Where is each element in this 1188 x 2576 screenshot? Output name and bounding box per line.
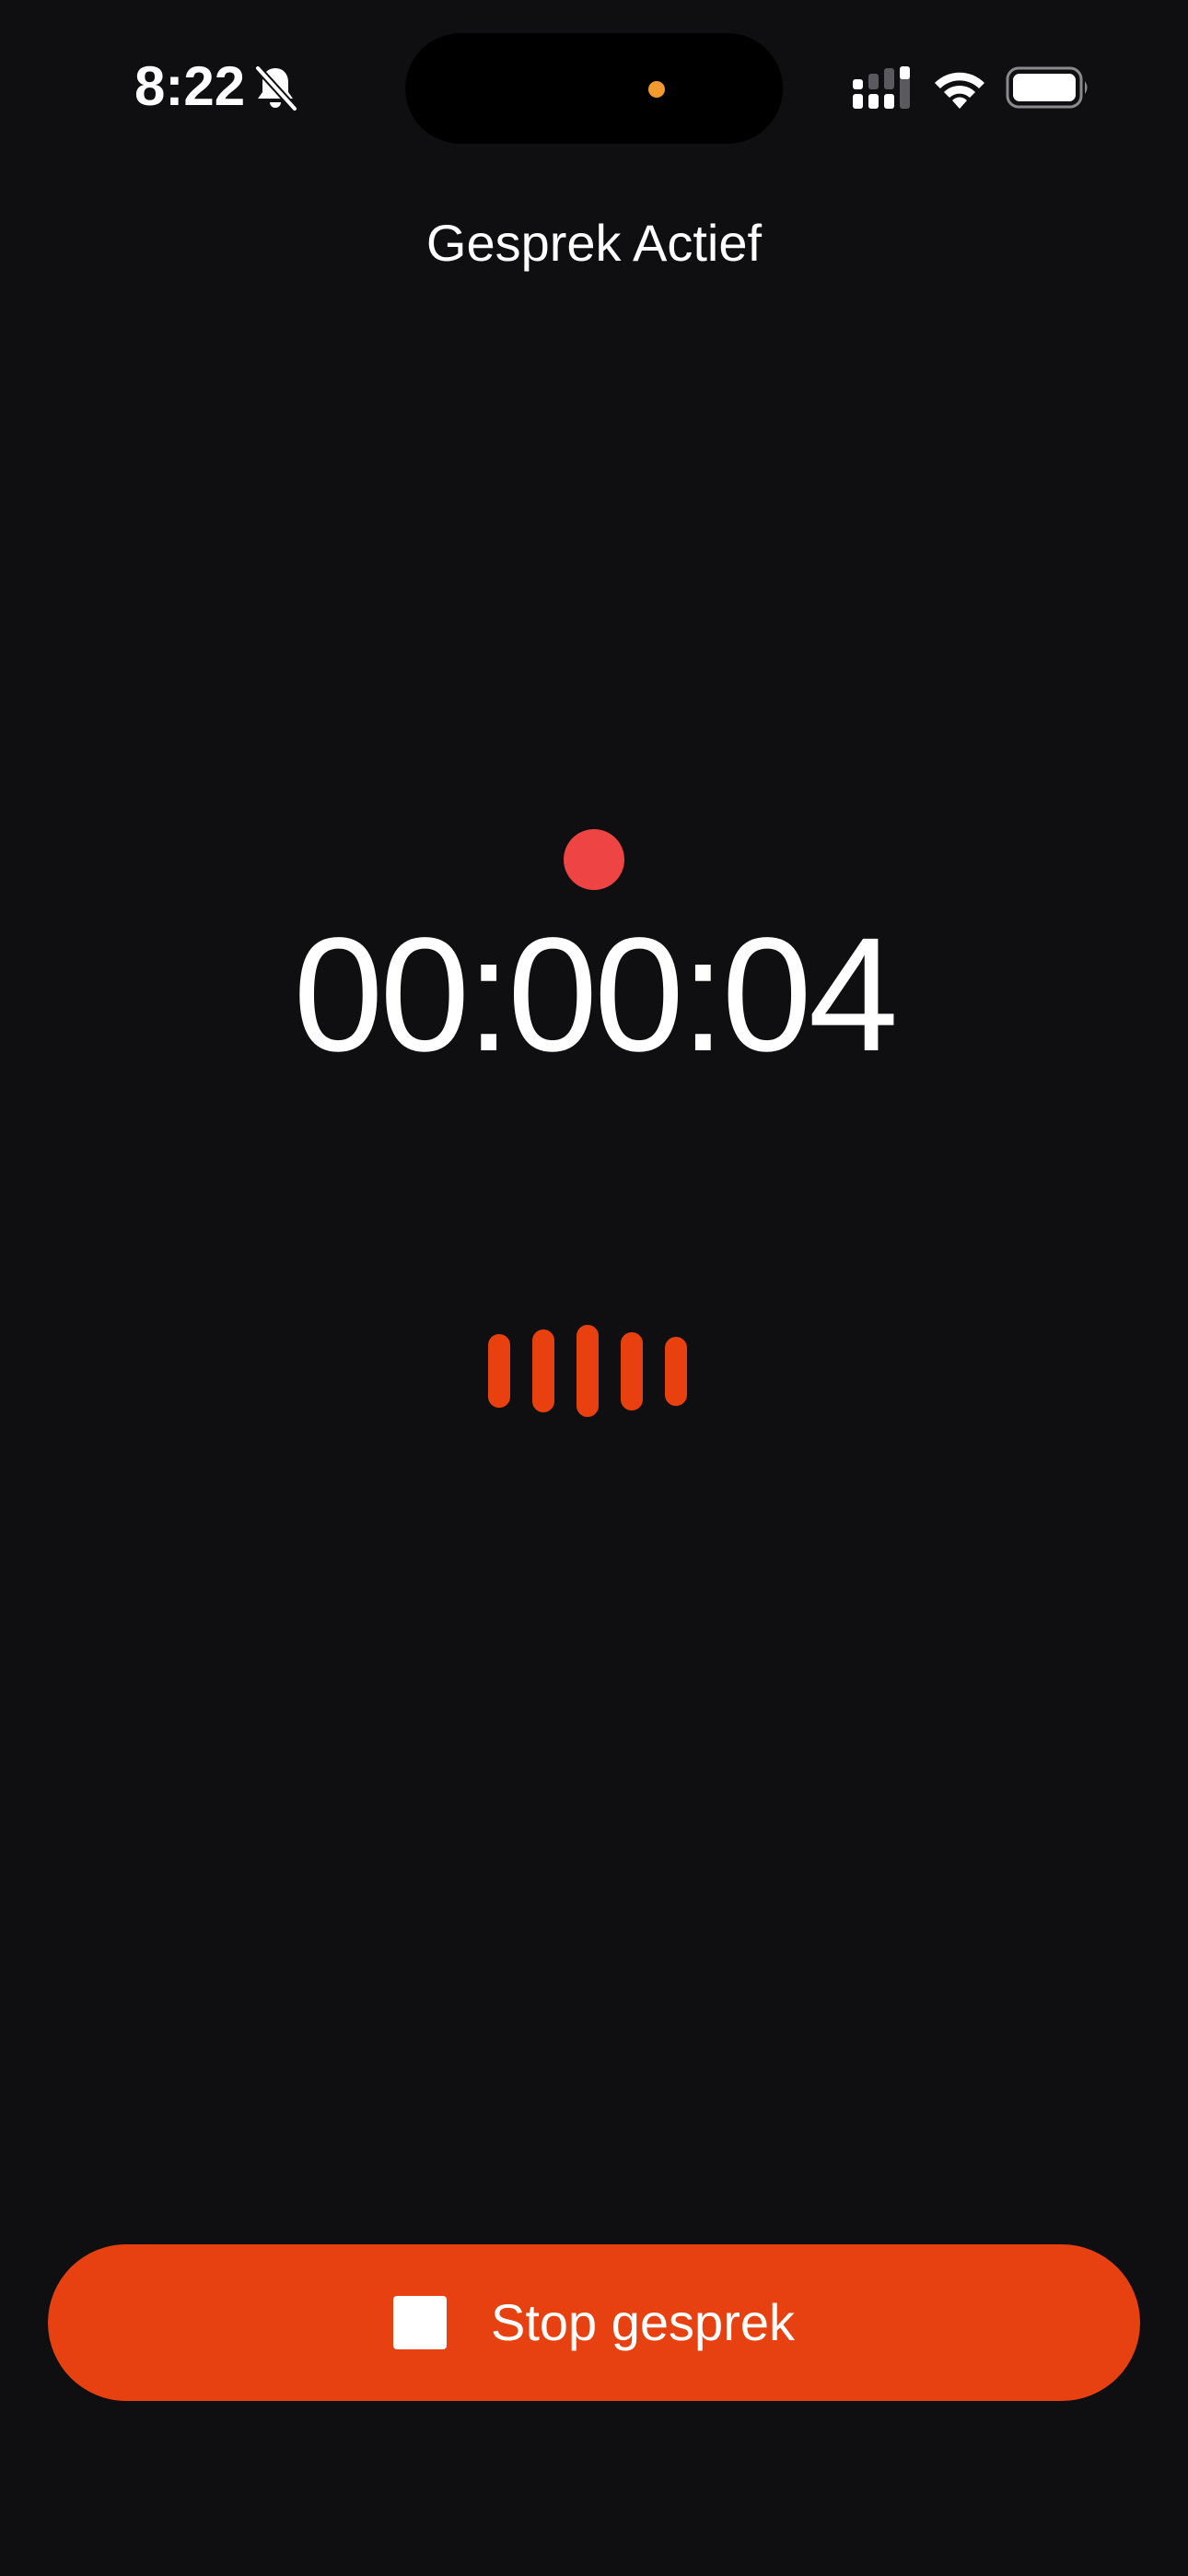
stop-call-label: Stop gesprek [491, 2293, 795, 2351]
waveform-bar [577, 1325, 599, 1417]
waveform-bar [621, 1331, 643, 1411]
elapsed-timer: 00:00:04 [293, 905, 898, 1085]
waveform-bar [665, 1336, 687, 1406]
audio-waveform [488, 1323, 700, 1419]
wifi-icon [935, 72, 984, 109]
camera-in-use-indicator [648, 81, 665, 98]
stop-icon [393, 2296, 447, 2349]
page-title: Gesprek Actief [425, 214, 763, 272]
battery-icon [1006, 66, 1088, 109]
recording-indicator [564, 829, 624, 890]
status-time: 8:22 [134, 55, 246, 117]
stop-call-button[interactable]: Stop gesprek [48, 2244, 1140, 2401]
bell-slash-icon [254, 64, 298, 112]
waveform-bar [532, 1329, 554, 1412]
signal-icon [853, 66, 910, 109]
waveform-bar [488, 1334, 510, 1408]
dynamic-island [405, 33, 783, 144]
